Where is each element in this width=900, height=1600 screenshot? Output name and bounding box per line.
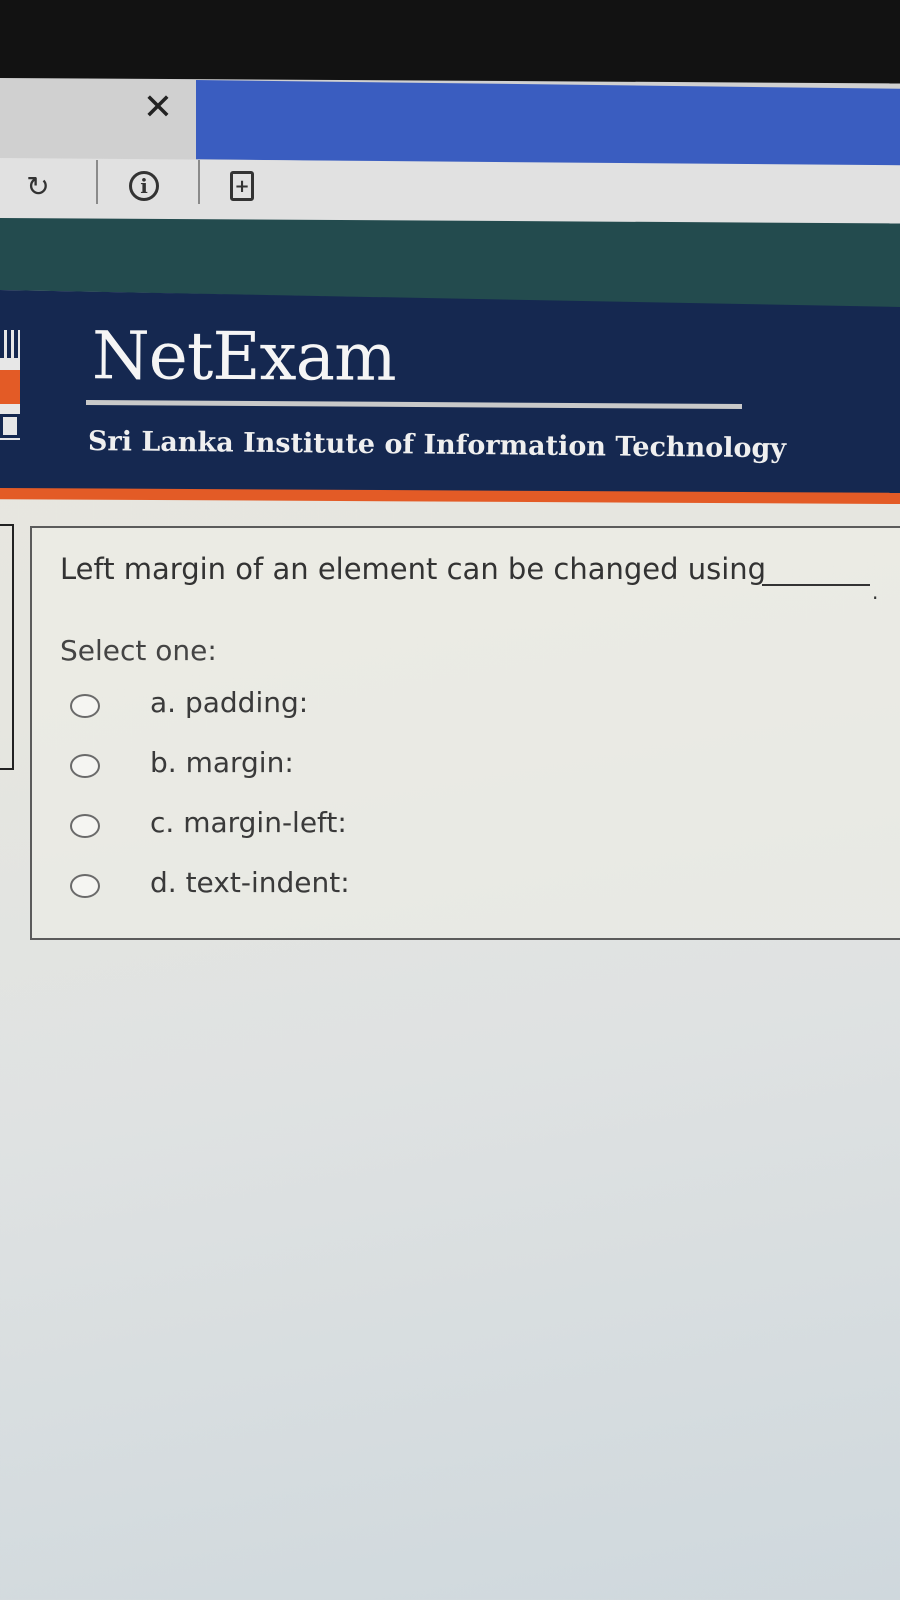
radio-button[interactable] [70,814,100,838]
info-icon[interactable]: i [124,166,164,206]
radio-button[interactable] [70,874,100,898]
option-label: b. margin: [150,746,294,779]
option-label: d. text-indent: [150,866,350,899]
answer-blank-period: . [872,580,879,604]
info-icon-glyph: i [129,171,159,201]
tab-strip-background [196,80,900,168]
institution-logo [0,330,20,440]
select-prompt: Select one: [60,634,217,667]
radio-button[interactable] [70,694,100,718]
reload-icon[interactable]: ↻ [18,166,58,206]
option-label: c. margin-left: [150,806,347,839]
question-text: Left margin of an element can be changed… [60,552,767,586]
option-label: a. padding: [150,686,309,719]
add-page-icon-glyph: + [230,171,254,201]
side-panel-edge [0,524,14,770]
close-icon[interactable]: ✕ [138,88,178,128]
toolbar-separator [96,160,98,204]
answer-blank [762,584,870,586]
toolbar-separator [198,160,200,204]
add-page-icon[interactable]: + [222,166,262,206]
radio-button[interactable] [70,754,100,778]
brand-title: NetExam [91,317,396,396]
screen-bezel [0,0,900,78]
